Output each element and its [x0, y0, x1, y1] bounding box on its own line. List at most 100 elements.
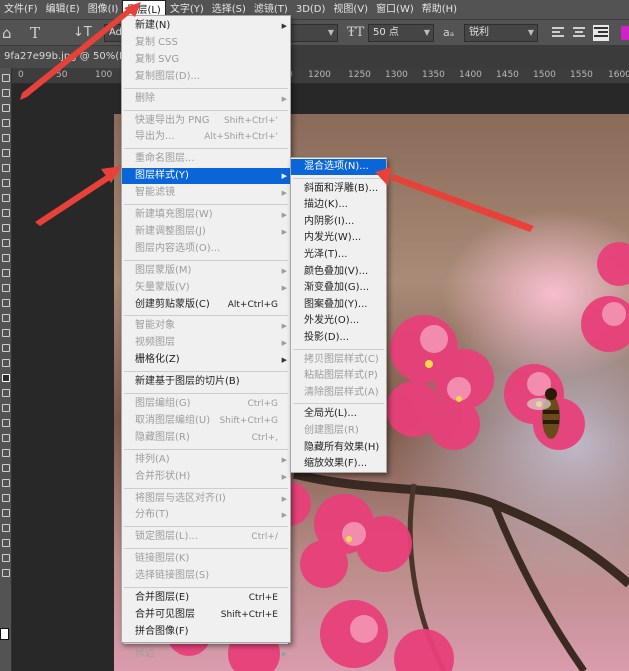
- menu-item[interactable]: 分布(T) ▶: [122, 507, 290, 523]
- align-right-icon[interactable]: [593, 25, 609, 41]
- menu-item[interactable]: 视频图层 ▶: [122, 335, 290, 351]
- type-tool-icon[interactable]: T: [30, 20, 40, 46]
- document-tab[interactable]: 9fa27e99b.jpg @ 50%(RG: [0, 46, 122, 68]
- menu-item[interactable]: 新建填充图层(W) ▶: [122, 207, 290, 223]
- menu-item[interactable]: 新建调整图层(J) ▶: [122, 224, 290, 240]
- menu-item[interactable]: 渐变叠加(G)...: [291, 280, 386, 296]
- menu-item[interactable]: 隐藏所有效果(H): [291, 440, 386, 456]
- tool-icon[interactable]: [2, 434, 10, 442]
- tool-icon[interactable]: [2, 254, 10, 262]
- menu-item[interactable]: 外发光(O)...: [291, 313, 386, 329]
- menu-item[interactable]: 重命名图层...: [122, 151, 290, 167]
- menu-item[interactable]: 智能对象 ▶: [122, 318, 290, 334]
- tool-icon[interactable]: [2, 119, 10, 127]
- menu-item[interactable]: 隐藏图层(R) Ctrl+,: [122, 430, 290, 446]
- menu-item[interactable]: 拷贝图层样式(C): [291, 352, 386, 368]
- menu-item[interactable]: 描边(K)...: [291, 197, 386, 213]
- menu-item[interactable]: 创建剪贴蒙版(C) Alt+Ctrl+G: [122, 297, 290, 313]
- menu-item[interactable]: 修边 ▶: [122, 646, 290, 662]
- tool-icon[interactable]: [2, 524, 10, 532]
- menu-item[interactable]: 创建图层(R): [291, 423, 386, 439]
- menu-item[interactable]: 图案叠加(Y)...: [291, 297, 386, 313]
- menu-2[interactable]: 图像(I): [84, 0, 123, 20]
- tool-icon[interactable]: [2, 464, 10, 472]
- menu-item[interactable]: 内阴影(I)...: [291, 214, 386, 230]
- menu-item[interactable]: 快速导出为 PNG Shift+Ctrl+': [122, 113, 290, 129]
- menu-item[interactable]: 缩放效果(F)...: [291, 456, 386, 472]
- tool-icon[interactable]: [2, 104, 10, 112]
- menu-item[interactable]: 删除 ▶: [122, 91, 290, 107]
- font-style-select[interactable]: ▼: [290, 24, 338, 42]
- menu-item[interactable]: 图层样式(Y) ▶: [122, 168, 290, 185]
- menu-item[interactable]: 新建(N) ▶: [122, 18, 290, 34]
- tool-icon[interactable]: [2, 209, 10, 217]
- menu-item[interactable]: 导出为... Alt+Shift+Ctrl+': [122, 129, 290, 145]
- tool-icon[interactable]: [2, 239, 10, 247]
- tool-icon[interactable]: [2, 359, 10, 367]
- tool-icon[interactable]: [2, 374, 10, 382]
- menu-item[interactable]: 颜色叠加(V)...: [291, 264, 386, 280]
- tool-icon[interactable]: [2, 74, 10, 82]
- menu-item[interactable]: 清除图层样式(A): [291, 385, 386, 401]
- menu-item[interactable]: 新建基于图层的切片(B): [122, 374, 290, 390]
- menu-item[interactable]: 排列(A) ▶: [122, 452, 290, 468]
- menu-7[interactable]: 3D(D): [292, 0, 330, 20]
- tool-icon[interactable]: [2, 569, 10, 577]
- menu-item[interactable]: 将图层与选区对齐(I) ▶: [122, 491, 290, 507]
- menu-item[interactable]: 图层蒙版(M) ▶: [122, 263, 290, 279]
- menu-item[interactable]: 复制 SVG: [122, 52, 290, 68]
- menu-item[interactable]: 锁定图层(L)... Ctrl+/: [122, 529, 290, 545]
- menu-item[interactable]: 栅格化(Z) ▶: [122, 352, 290, 368]
- toggle-orientation-icon[interactable]: ↓T: [73, 20, 92, 46]
- tool-icon[interactable]: [2, 479, 10, 487]
- menu-item[interactable]: 光泽(T)...: [291, 247, 386, 263]
- tool-icon[interactable]: [2, 404, 10, 412]
- tool-icon[interactable]: [2, 269, 10, 277]
- menu-item[interactable]: 合并可见图层 Shift+Ctrl+E: [122, 607, 290, 623]
- foreground-color-swatch[interactable]: [0, 628, 9, 640]
- tool-icon[interactable]: [2, 299, 10, 307]
- tool-icon[interactable]: [2, 284, 10, 292]
- tool-icon[interactable]: [2, 179, 10, 187]
- home-icon[interactable]: ⌂: [2, 20, 12, 46]
- menu-item[interactable]: 投影(D)...: [291, 330, 386, 346]
- menu-item[interactable]: 矢量蒙版(V) ▶: [122, 280, 290, 296]
- tool-icon[interactable]: [2, 539, 10, 547]
- tool-icon[interactable]: [2, 554, 10, 562]
- tool-icon[interactable]: [2, 149, 10, 157]
- menu-item[interactable]: 复制 CSS: [122, 35, 290, 51]
- menu-item[interactable]: 混合选项(N)...: [291, 159, 386, 175]
- menu-item[interactable]: 全局光(L)...: [291, 406, 386, 422]
- menu-item[interactable]: 图层编组(G) Ctrl+G: [122, 396, 290, 412]
- menu-item[interactable]: 合并图层(E) Ctrl+E: [122, 590, 290, 606]
- menu-8[interactable]: 视图(V): [329, 0, 372, 20]
- font-family-select[interactable]: Ado: [104, 24, 128, 42]
- menu-1[interactable]: 编辑(E): [42, 0, 84, 20]
- text-color-swatch[interactable]: [621, 26, 629, 40]
- tool-icon[interactable]: [2, 494, 10, 502]
- antialias-select[interactable]: 锐利 ▼: [464, 24, 538, 42]
- menu-item[interactable]: 选择链接图层(S): [122, 568, 290, 584]
- tool-icon[interactable]: [2, 224, 10, 232]
- menu-item[interactable]: 链接图层(K): [122, 551, 290, 567]
- menu-item[interactable]: 粘贴图层样式(P): [291, 368, 386, 384]
- menu-item[interactable]: 合并形状(H) ▶: [122, 469, 290, 485]
- tool-icon[interactable]: [2, 89, 10, 97]
- tool-icon[interactable]: [2, 509, 10, 517]
- tool-icon[interactable]: [2, 419, 10, 427]
- menu-10[interactable]: 帮助(H): [418, 0, 461, 20]
- menu-item[interactable]: 取消图层编组(U) Shift+Ctrl+G: [122, 413, 290, 429]
- menu-item[interactable]: 斜面和浮雕(B)...: [291, 181, 386, 197]
- menu-item[interactable]: 图层内容选项(O)...: [122, 241, 290, 257]
- menu-0[interactable]: 文件(F): [0, 0, 42, 20]
- tool-icon[interactable]: [2, 449, 10, 457]
- tool-icon[interactable]: [2, 314, 10, 322]
- tool-icon[interactable]: [2, 134, 10, 142]
- align-center-icon[interactable]: [572, 25, 588, 41]
- menu-item[interactable]: 智能滤镜 ▶: [122, 185, 290, 201]
- tool-icon[interactable]: [2, 389, 10, 397]
- tool-icon[interactable]: [2, 194, 10, 202]
- tool-icon[interactable]: [2, 329, 10, 337]
- align-left-icon[interactable]: [551, 25, 567, 41]
- font-size-select[interactable]: 50 点 ▼: [368, 24, 434, 42]
